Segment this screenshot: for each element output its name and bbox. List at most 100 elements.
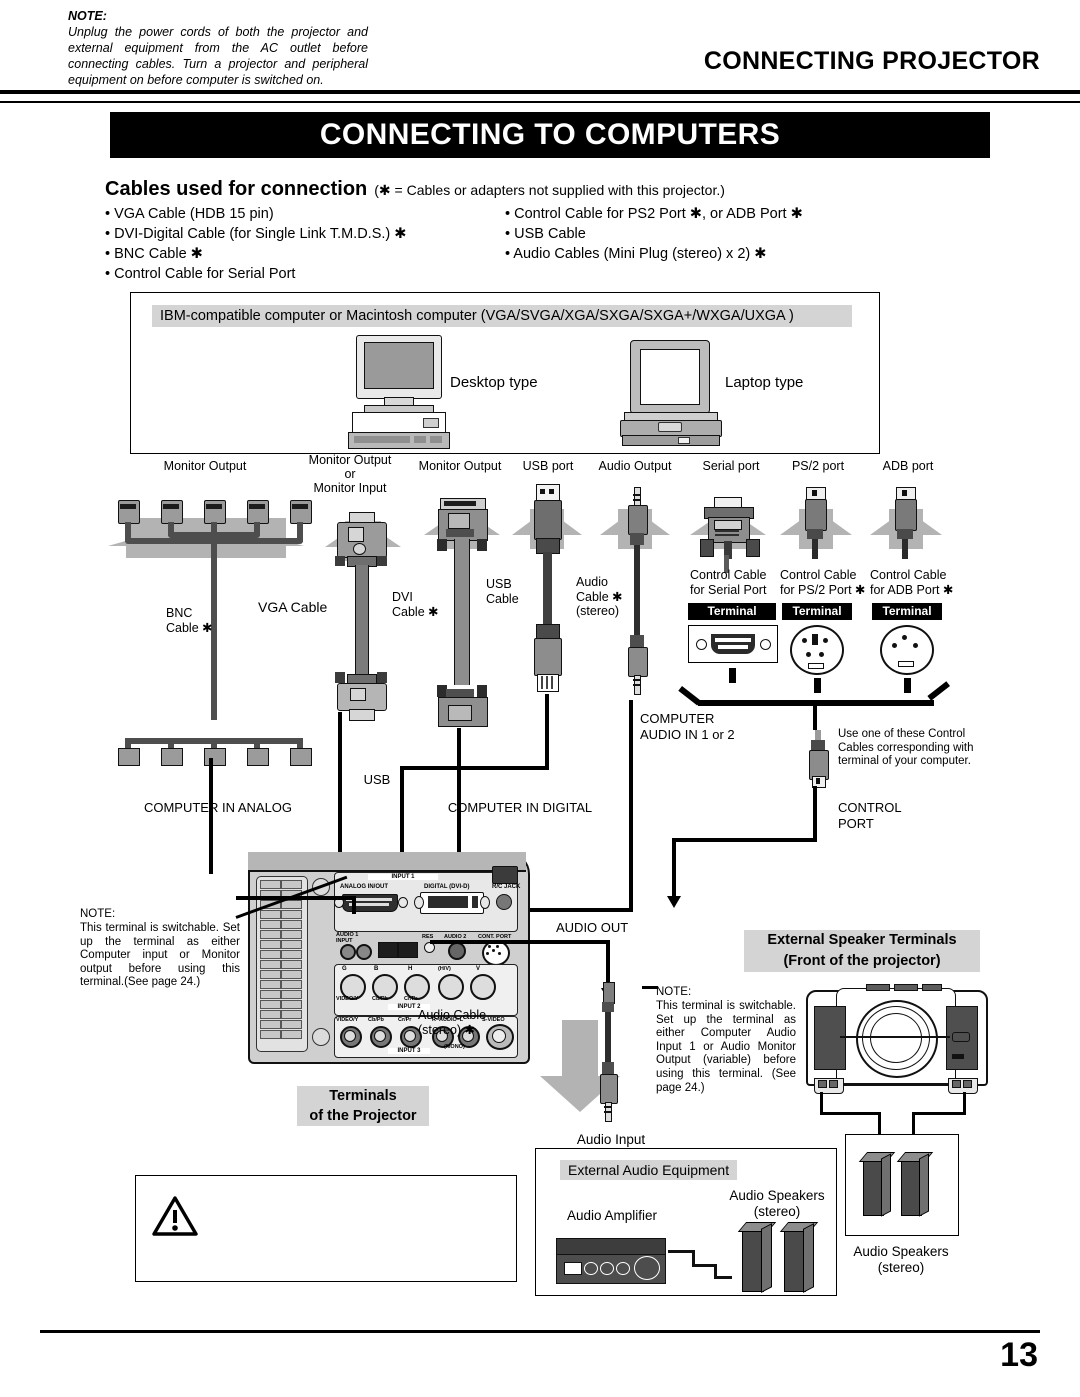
warning-triangle-icon xyxy=(152,1196,198,1236)
cable-label-dvi: DVI Cable ✱ xyxy=(392,590,439,619)
outer-speaker-left xyxy=(858,1152,896,1217)
footer-divider xyxy=(40,1330,1040,1333)
cable-item: • DVI-Digital Cable (for Single Link T.M… xyxy=(105,226,407,242)
control-port-line-h xyxy=(672,838,817,842)
control-port-arrow-head xyxy=(667,896,681,908)
cable-label-control-serial: Control Cable for Serial Port xyxy=(690,568,767,597)
panel-label-digital: DIGITAL (DVI-D) xyxy=(424,884,470,890)
panel-label-analog: ANALOG IN/OUT xyxy=(340,884,388,890)
bottom-note-text: NOTE: Unplug the power cords of both the… xyxy=(68,8,368,88)
cable-item: • Audio Cables (Mini Plug (stereo) x 2) … xyxy=(505,246,767,262)
ps2-control-cable-illustration xyxy=(800,487,830,559)
port-label-ps2: PS/2 port xyxy=(791,459,845,473)
control-bracket-down-line xyxy=(813,706,817,730)
projector-front-illustration xyxy=(800,982,990,1094)
port-label-usb: USB port xyxy=(522,459,574,473)
audio-input-cable-illustration xyxy=(595,982,621,1122)
vga-cable-illustration xyxy=(330,512,394,721)
speaker-wire-left xyxy=(820,1092,823,1114)
cable-item: • VGA Cable (HDB 15 pin) xyxy=(105,206,274,222)
audio-cable-illustration xyxy=(624,487,650,697)
bottom-note-body: Unplug the power cords of both the proje… xyxy=(68,25,368,87)
page-number: 13 xyxy=(1000,1336,1038,1374)
serial-control-cable-illustration xyxy=(700,497,760,559)
usb-to-panel-line-h xyxy=(400,766,549,770)
cables-used-note: (✱ = Cables or adapters not supplied wit… xyxy=(374,182,725,198)
port-label-monitor-output-bnc: Monitor Output xyxy=(163,459,247,473)
label-computer-audio-in: COMPUTER AUDIO IN 1 or 2 xyxy=(640,711,735,742)
panel-label-audio1: AUDIO 1 INPUT xyxy=(336,932,359,944)
port-label-audio-output: Audio Output xyxy=(598,459,672,473)
terminal-figure-ps2 xyxy=(790,625,844,675)
cable-item: • Control Cable for Serial Port xyxy=(105,266,296,282)
label-computer-in-digital: COMPUTER IN DIGITAL xyxy=(447,800,593,815)
laptop-type-label: Laptop type xyxy=(725,374,804,391)
cable-label-control-ps2: Control Cable for PS/2 Port ✱ xyxy=(780,568,866,597)
cables-used-heading: Cables used for connection (✱ = Cables o… xyxy=(105,178,725,201)
label-audio-amplifier: Audio Amplifier xyxy=(566,1208,658,1223)
panel-label-rc-jack: R/C JACK xyxy=(492,884,521,890)
right-note-title: NOTE: xyxy=(656,986,692,998)
inner-speaker-right xyxy=(779,1222,819,1293)
usb-cable-illustration xyxy=(528,484,568,694)
label-computer-in-analog: COMPUTER IN ANALOG xyxy=(143,800,293,815)
port-label-adb: ADB port xyxy=(882,459,934,473)
header-divider xyxy=(0,90,1080,103)
cable-label-vga: VGA Cable xyxy=(258,599,328,615)
label-control-port: CONTROL PORT xyxy=(838,800,902,831)
speaker-wire-right-h xyxy=(912,1112,966,1115)
terminal-group-bracket xyxy=(678,681,950,708)
inner-speaker-left xyxy=(737,1222,777,1293)
terminal-tag-serial: Terminal xyxy=(688,603,776,620)
cable-label-control-adb: Control Cable for ADB Port ✱ xyxy=(870,568,954,597)
label-audio-cable-stereo: Audio Cable (stereo) ✱ xyxy=(418,1008,487,1037)
control-cable-note: Use one of these Control Cables correspo… xyxy=(838,728,974,768)
cable-label-bnc: BNC Cable ✱ xyxy=(166,606,213,635)
terminal-tag-adb: Terminal xyxy=(872,603,942,620)
cables-list-left: • VGA Cable (HDB 15 pin) • DVI-Digital C… xyxy=(105,205,406,285)
terminal-tag-ps2: Terminal xyxy=(782,603,852,620)
label-audio-input: Audio Input xyxy=(576,1132,646,1147)
audio-out-line-h xyxy=(430,940,610,944)
cables-list-right: • Control Cable for PS2 Port ✱, or ADB P… xyxy=(505,205,803,265)
label-audio-out: AUDIO OUT xyxy=(556,920,629,935)
cable-item: • USB Cable xyxy=(505,226,586,242)
panel-label-mono: (MONO) xyxy=(444,1044,465,1050)
label-audio-speakers-inner: Audio Speakers (stereo) xyxy=(729,1188,825,1219)
cable-label-usb: USB Cable xyxy=(486,577,519,606)
port-label-monitor-output-dvi: Monitor Output xyxy=(418,459,502,473)
outer-speaker-right xyxy=(896,1152,934,1217)
panel-label-input3: INPUT 3 xyxy=(388,1048,430,1054)
speaker-wire-left-v2 xyxy=(878,1112,881,1134)
laptop-computer-illustration xyxy=(620,340,722,446)
usb-to-panel-line-v xyxy=(545,694,549,766)
terminal-figure-adb xyxy=(880,625,934,675)
cables-used-title: Cables used for connection xyxy=(105,178,368,200)
computer-box-caption: IBM-compatible computer or Macintosh com… xyxy=(152,305,852,327)
speaker-wire-right-v2 xyxy=(912,1112,915,1134)
left-note-leader-line xyxy=(235,875,348,920)
desktop-type-label: Desktop type xyxy=(450,374,538,391)
desktop-computer-illustration xyxy=(348,335,450,449)
cable-item: • Control Cable for PS2 Port ✱, or ADB P… xyxy=(505,206,803,222)
port-label-monitor-output-vga: Monitor Output or Monitor Input xyxy=(308,453,392,495)
amp-to-speaker-wire xyxy=(668,1250,732,1280)
control-port-line-v2 xyxy=(672,838,676,900)
control-port-line xyxy=(813,786,817,842)
left-note-panel-line-v xyxy=(352,896,356,914)
terminal-figure-serial xyxy=(688,625,778,663)
adb-control-cable-illustration xyxy=(890,487,920,559)
bnc-to-panel-line xyxy=(209,758,213,874)
port-label-serial: Serial port xyxy=(702,459,760,473)
speaker-wire-right xyxy=(963,1092,966,1114)
cable-label-audio: Audio Cable ✱ (stereo) xyxy=(576,575,623,618)
speaker-wire-left-h xyxy=(820,1112,880,1115)
audio-amplifier-illustration xyxy=(556,1238,666,1284)
label-audio-speakers-outer: Audio Speakers (stereo) xyxy=(853,1244,949,1275)
page-title: CONNECTING PROJECTOR xyxy=(703,47,1040,75)
right-note-body: This terminal is switchable. Set up the … xyxy=(656,1000,796,1094)
terminals-of-projector-chip: Terminals of the Projector xyxy=(297,1086,429,1126)
external-audio-equipment-chip: External Audio Equipment xyxy=(560,1160,738,1180)
cable-item: • BNC Cable ✱ xyxy=(105,246,203,262)
bnc-cable-lower-connectors xyxy=(108,720,312,766)
